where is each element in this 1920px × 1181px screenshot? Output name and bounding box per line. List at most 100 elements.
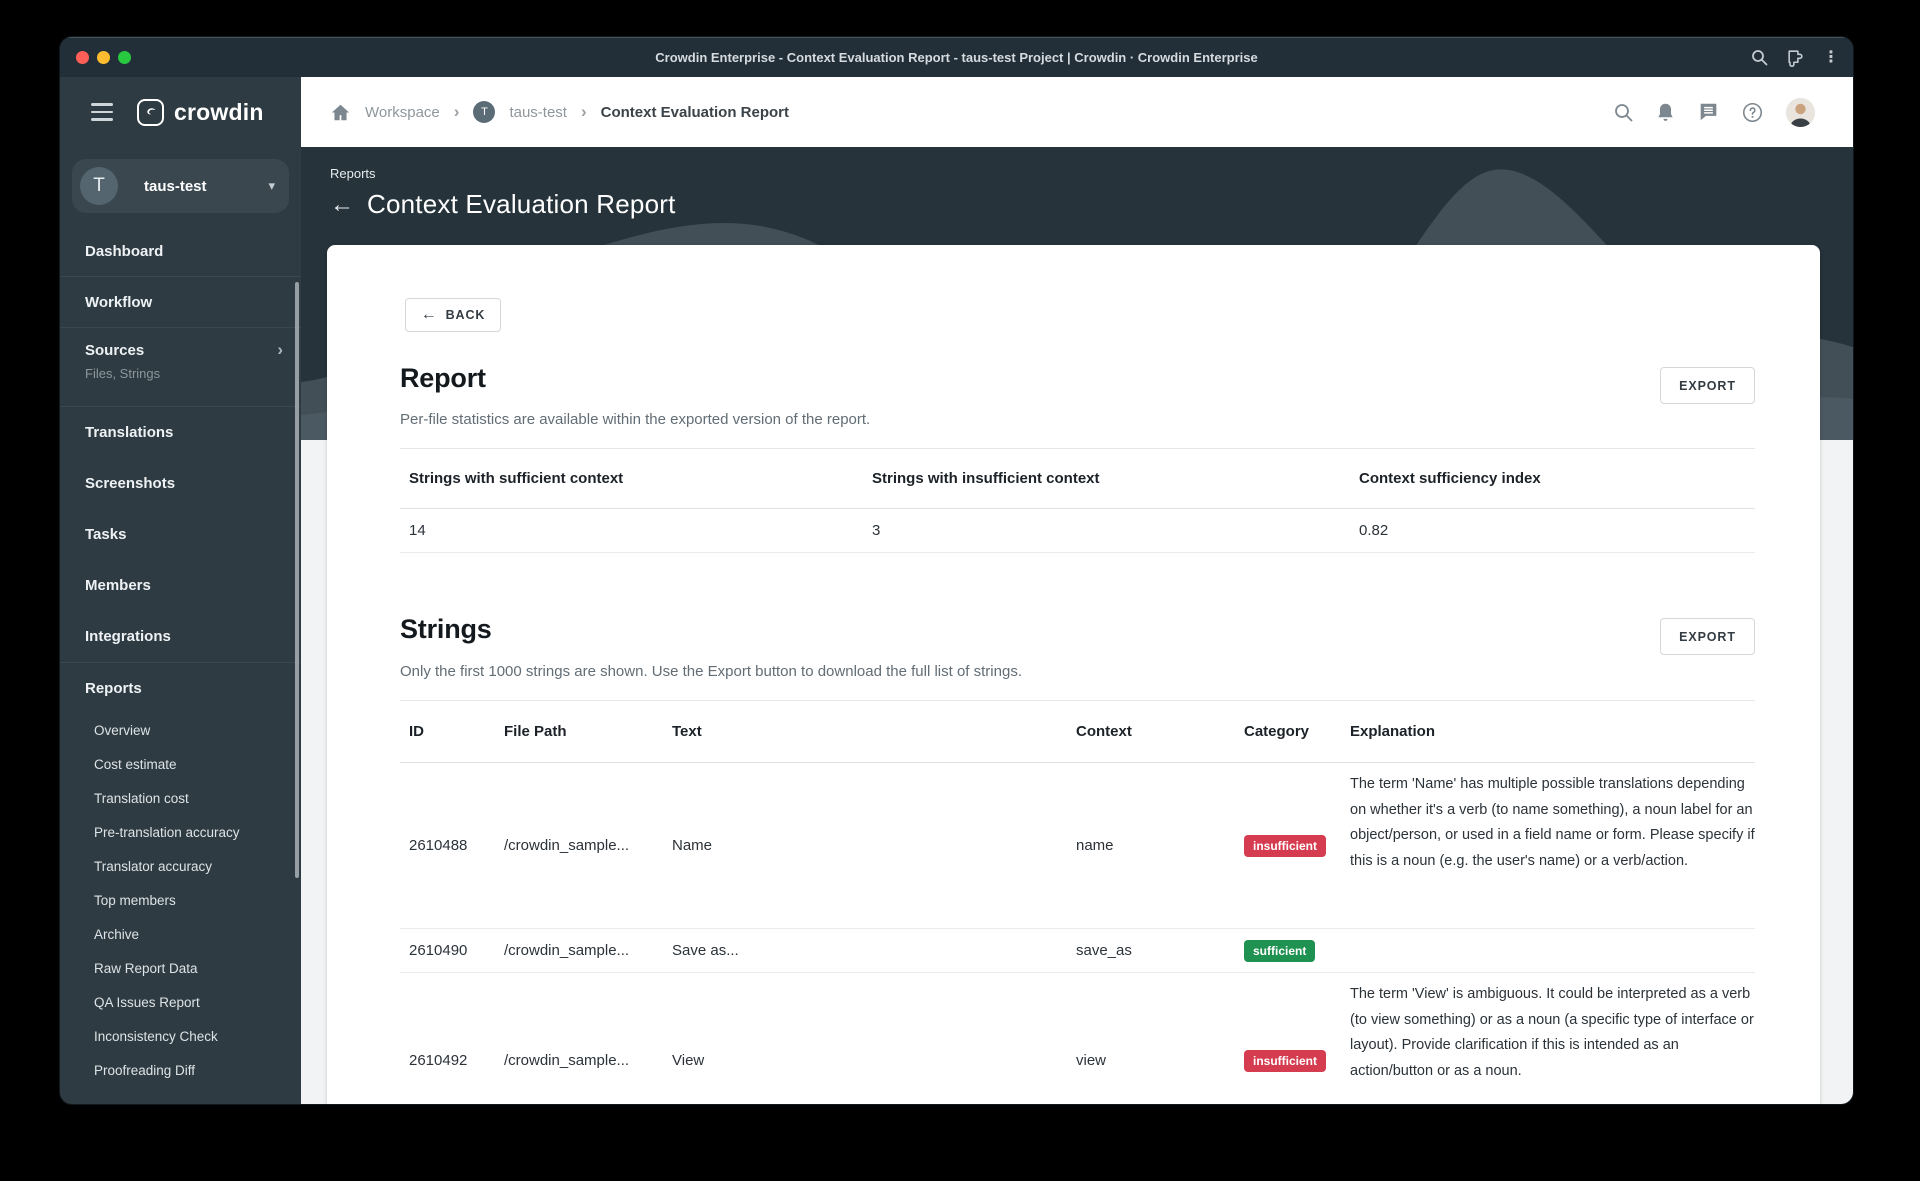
breadcrumb-workspace[interactable]: Workspace (365, 104, 440, 121)
crowdin-logo-icon (137, 98, 164, 126)
project-avatar: T (80, 167, 118, 205)
window-title: Crowdin Enterprise - Context Evaluation … (655, 50, 1258, 65)
cell-text: View (672, 1052, 705, 1069)
sources-subtitle: Files, Strings (85, 366, 161, 381)
table-row: 2610488 /crowdin_sample... Name name ins… (400, 763, 1755, 929)
chat-icon[interactable] (1698, 102, 1719, 122)
cell-context: save_as (1076, 942, 1132, 959)
sidebar-item-translation-cost[interactable]: Translation cost (60, 781, 301, 815)
cell-file-path: /crowdin_sample... (504, 1052, 630, 1069)
main-area: Workspace › T taus-test › Context Evalua… (301, 77, 1853, 1104)
cell-id: 2610490 (409, 942, 468, 959)
cell-text: Save as... (672, 942, 739, 959)
cell-file-path: /crowdin_sample... (504, 837, 630, 854)
bell-icon[interactable] (1656, 102, 1675, 123)
strings-section-title: Strings (400, 614, 492, 644)
sidebar-item-sources[interactable]: Sources › Files, Strings (60, 328, 301, 407)
chevron-right-icon: › (453, 102, 460, 121)
stats-header-index: Context sufficiency index (1359, 470, 1541, 487)
sidebar-item-translations[interactable]: Translations (60, 407, 301, 458)
stat-sufficiency-index: 0.82 (1359, 522, 1389, 539)
sidebar-item-overview[interactable]: Overview (60, 713, 301, 747)
cell-id: 2610492 (409, 1052, 468, 1069)
cell-text: Name (672, 837, 713, 854)
sidebar-nav: Dashboard Workflow Sources › Files, Stri… (60, 226, 301, 1087)
project-selector[interactable]: T taus-test ▾ (72, 159, 289, 213)
search-icon[interactable] (1614, 103, 1633, 122)
sidebar-item-top-members[interactable]: Top members (60, 883, 301, 917)
cell-file-path: /crowdin_sample... (504, 942, 630, 959)
home-icon[interactable] (330, 103, 351, 122)
sidebar-item-inconsistency-check[interactable]: Inconsistency Check (60, 1019, 301, 1053)
sidebar-item-proofreading-diff[interactable]: Proofreading Diff (60, 1053, 301, 1087)
hero-eyebrow: Reports (330, 166, 376, 181)
hamburger-menu-icon[interactable] (91, 103, 113, 121)
close-window-button[interactable] (76, 51, 89, 64)
sidebar-item-tasks[interactable]: Tasks (60, 509, 301, 560)
strings-export-button[interactable]: EXPORT (1660, 618, 1755, 655)
breadcrumb-project[interactable]: taus-test (509, 104, 567, 121)
chevron-down-icon: ▾ (268, 178, 275, 193)
table-row: 2610490 /crowdin_sample... Save as... sa… (400, 929, 1755, 973)
sidebar-item-pre-translation-accuracy[interactable]: Pre-translation accuracy (60, 815, 301, 849)
strings-header-row: ID File Path Text Context Category Expla… (400, 701, 1755, 763)
window-controls (76, 51, 131, 64)
chevron-right-icon: › (580, 102, 587, 121)
sidebar-item-dashboard[interactable]: Dashboard (60, 226, 301, 277)
sidebar-item-raw-report-data[interactable]: Raw Report Data (60, 951, 301, 985)
cell-context: name (1076, 837, 1114, 854)
breadcrumb: Workspace › T taus-test › Context Evalua… (330, 101, 789, 123)
report-export-button[interactable]: EXPORT (1660, 367, 1755, 404)
strings-table: ID File Path Text Context Category Expla… (400, 700, 1755, 1104)
report-stats-table: Strings with sufficient context Strings … (400, 448, 1755, 553)
minimize-window-button[interactable] (97, 51, 110, 64)
cell-explanation (1350, 929, 1755, 938)
help-icon[interactable] (1742, 102, 1763, 123)
crowdin-logo-text: crowdin (174, 98, 264, 125)
user-avatar[interactable] (1786, 97, 1815, 127)
breadcrumb-bar: Workspace › T taus-test › Context Evalua… (301, 77, 1853, 147)
cell-explanation: The term 'View' is ambiguous. It could b… (1350, 986, 1754, 1079)
zoom-window-button[interactable] (118, 51, 131, 64)
crowdin-logo[interactable]: crowdin (137, 98, 264, 126)
stats-value-row: 14 3 0.82 (400, 509, 1755, 553)
back-arrow-icon: ← (420, 306, 438, 323)
sidebar-item-members[interactable]: Members (60, 560, 301, 611)
sidebar-scrollbar[interactable] (295, 282, 299, 878)
cell-id: 2610488 (409, 837, 468, 854)
sidebar-item-integrations[interactable]: Integrations (60, 611, 301, 662)
sidebar-item-reports[interactable]: Reports (60, 662, 301, 713)
page-title: Context Evaluation Report (367, 189, 676, 219)
extensions-icon[interactable] (1786, 48, 1805, 67)
category-badge: insufficient (1244, 1049, 1327, 1072)
sidebar-item-workflow[interactable]: Workflow (60, 277, 301, 328)
sidebar-item-cost-estimate[interactable]: Cost estimate (60, 747, 301, 781)
breadcrumb-current: Context Evaluation Report (600, 103, 789, 121)
sidebar: crowdin T taus-test ▾ Dashboard Workflow… (60, 77, 301, 1104)
category-badge: insufficient (1244, 834, 1327, 857)
cell-explanation: The term 'Name' has multiple possible tr… (1350, 776, 1755, 869)
sidebar-item-qa-issues-report[interactable]: QA Issues Report (60, 985, 301, 1019)
table-row: 2610492 /crowdin_sample... View view ins… (400, 973, 1755, 1104)
back-arrow-icon[interactable]: ← (330, 192, 354, 217)
browser-window: Crowdin Enterprise - Context Evaluation … (60, 37, 1853, 1104)
titlebar: Crowdin Enterprise - Context Evaluation … (60, 37, 1853, 77)
stat-sufficient-count: 14 (409, 522, 426, 539)
report-section-subtitle: Per-file statistics are available within… (400, 411, 871, 428)
overflow-menu-icon[interactable]: ⋮ (1823, 49, 1839, 66)
stats-header-sufficient: Strings with sufficient context (409, 470, 624, 487)
category-badge: sufficient (1244, 939, 1316, 962)
sidebar-item-translator-accuracy[interactable]: Translator accuracy (60, 849, 301, 883)
stat-insufficient-count: 3 (872, 522, 881, 539)
strings-section-subtitle: Only the first 1000 strings are shown. U… (400, 663, 1022, 680)
cell-context: view (1076, 1052, 1107, 1069)
back-button[interactable]: ← BACK (405, 298, 501, 332)
stats-header-row: Strings with sufficient context Strings … (400, 449, 1755, 509)
report-card: ← BACK Report EXPORT Per-file statistics… (327, 245, 1820, 1104)
breadcrumb-project-avatar: T (473, 101, 496, 123)
chevron-right-icon: › (277, 340, 283, 359)
sidebar-item-screenshots[interactable]: Screenshots (60, 458, 301, 509)
stats-header-insufficient: Strings with insufficient context (872, 470, 1100, 487)
search-icon[interactable] (1751, 49, 1768, 66)
sidebar-item-archive[interactable]: Archive (60, 917, 301, 951)
